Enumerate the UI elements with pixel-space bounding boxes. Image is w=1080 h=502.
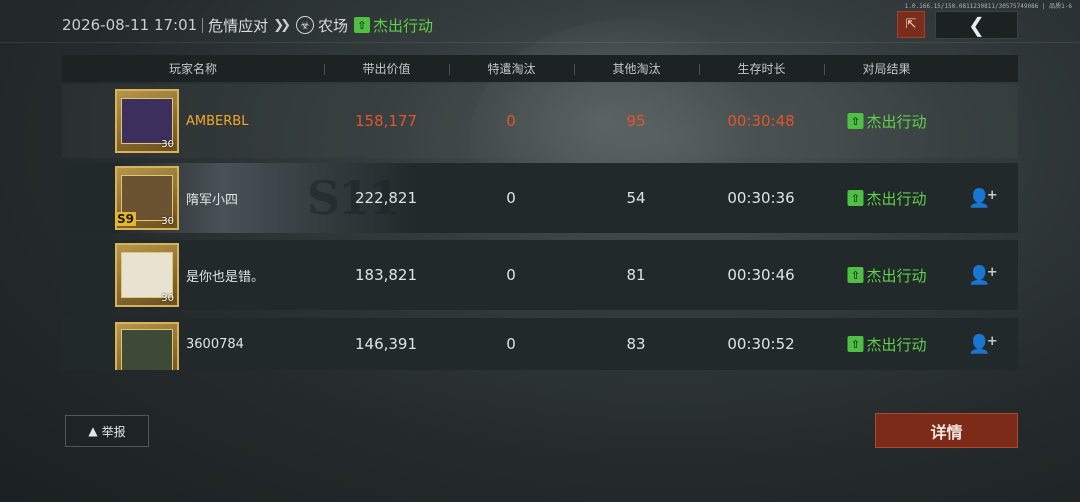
detail-label: 详情 [930,422,963,442]
header-divider [0,42,1080,43]
table-row: 30 AMBERBL 158,177 0 95 00:30:48 ⇧ 杰出行动 [62,84,1018,158]
evac-icon: ⇧ [847,113,864,129]
season-badge: S9 [115,212,136,226]
col-player-name: 玩家名称 [168,62,217,76]
add-friend-button[interactable]: 👤 + [968,187,998,209]
evac-icon: ⇧ [847,190,864,206]
avatar-portrait [121,329,173,370]
share-button[interactable]: ⇱ [897,11,925,38]
share-icon: ⇱ [905,17,917,32]
avatar-portrait [121,98,173,144]
extract-value: 146,391 [354,335,418,353]
col-match-result: 对局结果 [824,60,949,77]
result-label: 杰出行动 [866,189,927,208]
col-survival-time: 生存时长 [699,60,824,77]
table-row: S11 S9 30 隋军小四 222,821 0 54 00:30:36 ⇧ 杰… [62,163,1018,233]
plus-icon: + [986,264,998,280]
plus-icon: + [986,187,998,203]
result-badge: ⇧ 杰出行动 [847,111,927,132]
survival-time: 00:30:52 [727,335,795,353]
avatar[interactable]: 30 [115,89,179,153]
survival-time: 00:30:36 [727,189,795,207]
evac-icon: ⇧ [354,17,370,33]
table-row: 30 是你也是错。 183,821 0 81 00:30:46 ⇧ 杰出行动 👤… [62,240,1018,310]
avatar[interactable]: S9 30 [115,166,179,230]
player-level: 30 [161,139,174,150]
survival-time: 00:30:46 [727,266,795,284]
avatar[interactable] [115,322,179,370]
match-result: 杰出行动 [373,16,434,35]
other-kills: 83 [626,335,646,353]
special-kills: 0 [506,189,516,207]
extract-value: 222,821 [354,189,418,207]
result-label: 杰出行动 [866,112,927,131]
col-extract-value: 带出价值 [324,60,449,77]
extract-value: 183,821 [354,266,418,284]
build-info-text: 1.0.166.15/150.0811230811/30575749086 | … [904,3,1072,10]
detail-button[interactable]: 详情 [875,413,1018,448]
survival-time: 00:30:48 [727,112,795,130]
player-name: 是你也是错。 [186,269,265,285]
warning-icon: ▲ [88,424,98,438]
player-name: 3600784 [186,336,244,352]
extract-value: 158,177 [354,112,418,130]
report-label: 举报 [101,424,126,439]
match-date: 2026-08-11 17:01 [62,16,198,34]
result-badge: ⇧ 杰出行动 [847,265,927,286]
avatar-portrait [121,252,173,298]
map-name: 农场 [317,16,348,35]
add-friend-button[interactable]: 👤 + [968,264,998,286]
player-level: 30 [161,216,174,227]
col-other-kills: 其他淘汰 [574,60,699,77]
other-kills: 95 [626,112,646,130]
special-kills: 0 [506,112,516,130]
evac-icon: ⇧ [847,267,864,283]
other-kills: 54 [626,189,646,207]
result-label: 杰出行动 [866,266,927,285]
table-row: 3600784 146,391 0 83 00:30:52 ⇧ 杰出行动 👤 + [62,318,1018,370]
player-level: 30 [161,293,174,304]
plus-icon: + [986,333,998,349]
result-badge: ⇧ 杰出行动 [847,188,927,209]
evac-icon: ⇧ [847,336,864,352]
header-separator [202,17,204,33]
col-special-kills: 特遣淘汰 [449,60,574,77]
match-header: 2026-08-11 17:01 危情应对 ❯❯ ☣ 农场 ⇧ 杰出行动 [62,12,433,38]
chevron-left-icon: ❮ [968,13,985,37]
special-kills: 0 [506,266,516,284]
player-name: AMBERBL [186,113,249,129]
player-name: 隋军小四 [186,192,239,208]
back-button[interactable]: ❮ [935,11,1018,39]
add-friend-button[interactable]: 👤 + [968,333,998,355]
table-header: 玩家名称 带出价值 特遣淘汰 其他淘汰 生存时长 对局结果 [62,55,1018,82]
other-kills: 81 [626,266,646,284]
result-label: 杰出行动 [866,335,927,354]
biohazard-icon: ☣ [295,16,314,34]
avatar[interactable]: 30 [115,243,179,307]
special-kills: 0 [506,335,516,353]
result-badge: ⇧ 杰出行动 [847,334,927,355]
report-button[interactable]: ▲ 举报 [65,415,149,447]
chevron-double-right-icon: ❯❯ [273,17,291,33]
game-mode: 危情应对 [208,16,269,35]
